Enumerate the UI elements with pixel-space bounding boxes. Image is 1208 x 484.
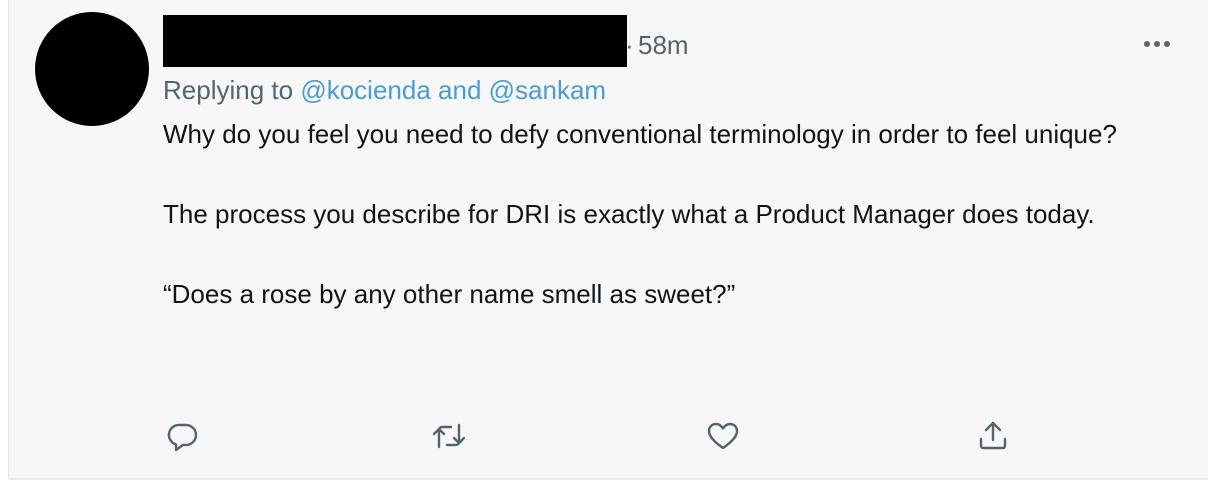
mention-sankam[interactable]: @sankam bbox=[489, 75, 606, 105]
reply-prefix: Replying to bbox=[163, 75, 294, 105]
share-button[interactable] bbox=[971, 414, 1015, 458]
share-icon bbox=[979, 421, 1007, 450]
author-name-redacted bbox=[163, 15, 627, 67]
reply-button[interactable] bbox=[161, 414, 205, 458]
separator-dot: · bbox=[625, 30, 634, 60]
avatar[interactable] bbox=[35, 12, 149, 126]
timestamp[interactable]: 58m bbox=[638, 28, 689, 62]
tweet-paragraph: The process you describe for DRI is exac… bbox=[163, 199, 1095, 229]
retweet-button[interactable] bbox=[427, 414, 471, 458]
replying-to: Replying to @kocienda and @sankam bbox=[163, 73, 606, 107]
tweet-card[interactable]: · 58m Replying to @kocienda and @sankam … bbox=[8, 0, 1208, 480]
tweet-paragraph: “Does a rose by any other name smell as … bbox=[163, 279, 736, 309]
more-options-button[interactable] bbox=[1137, 24, 1177, 64]
mention-and[interactable]: and bbox=[438, 75, 481, 105]
mention-kocienda[interactable]: @kocienda bbox=[300, 75, 430, 105]
tweet-text: Why do you feel you need to defy convent… bbox=[163, 114, 1163, 314]
like-button[interactable] bbox=[701, 414, 745, 458]
like-icon bbox=[707, 422, 739, 450]
reply-icon bbox=[167, 423, 198, 452]
more-horizontal-icon bbox=[1144, 41, 1170, 47]
retweet-icon bbox=[432, 423, 466, 449]
tweet-paragraph: Why do you feel you need to defy convent… bbox=[163, 119, 1117, 149]
